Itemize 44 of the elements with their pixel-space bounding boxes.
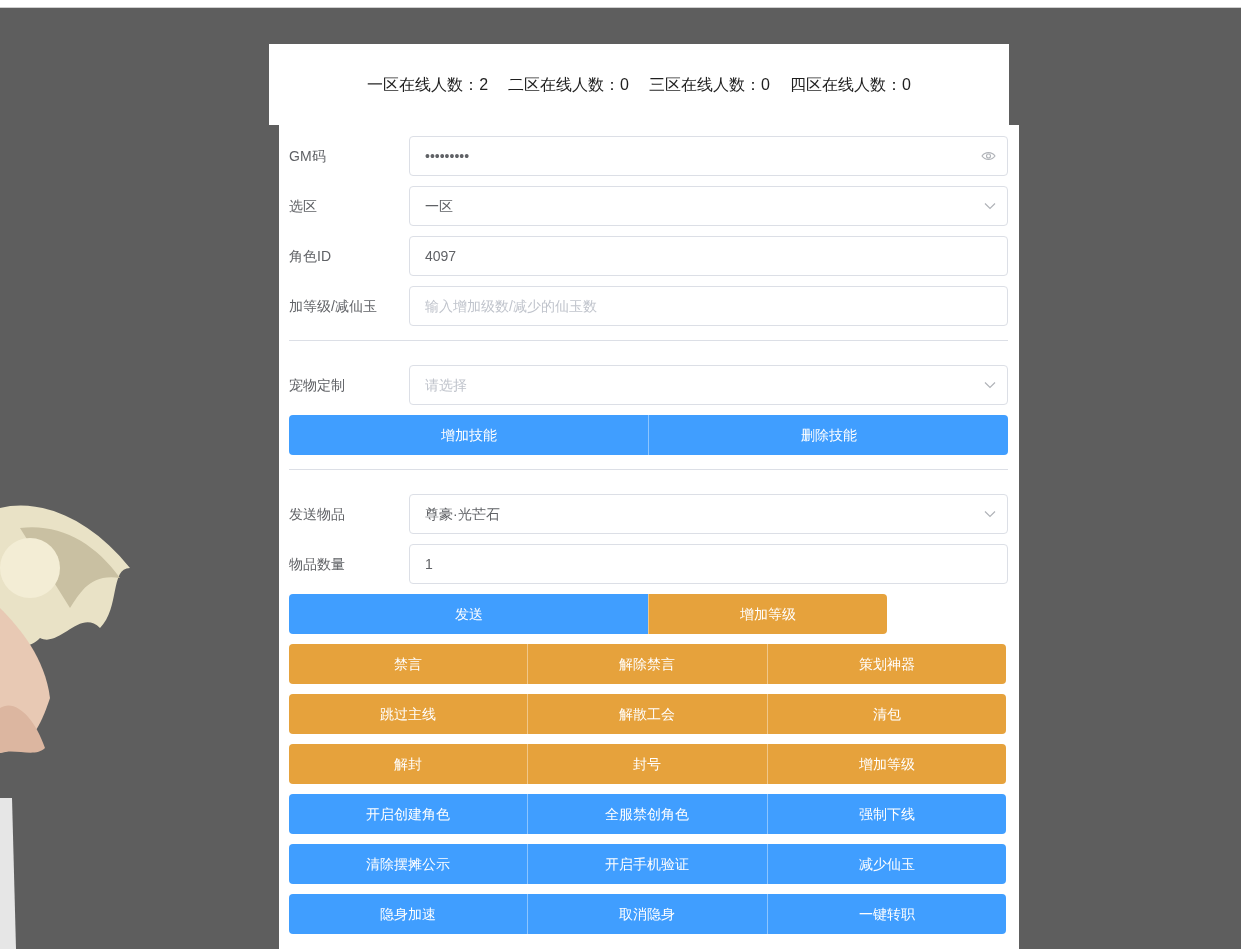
chevron-down-icon [984, 381, 996, 389]
input-field[interactable]: 输入增加级数/减少的仙玉数 [409, 286, 1008, 326]
action-button[interactable]: 策划神器 [766, 644, 1006, 684]
action-button[interactable]: 清包 [766, 694, 1006, 734]
action-button[interactable]: 解散工会 [527, 694, 767, 734]
action-button[interactable]: 禁言 [289, 644, 528, 684]
action-button[interactable]: 全服禁创角色 [527, 794, 767, 834]
action-button[interactable]: 开启创建角色 [289, 794, 528, 834]
online-count: 四区在线人数：0 [789, 74, 911, 95]
select-field[interactable]: 一区 [409, 186, 1008, 226]
field-label: GM码 [289, 146, 327, 166]
field-label: 角色ID [289, 246, 332, 266]
field-label: 选区 [289, 196, 318, 216]
action-button[interactable]: 解封 [289, 744, 528, 784]
action-button[interactable]: 封号 [527, 744, 767, 784]
action-button[interactable]: 增加等级 [648, 594, 887, 634]
select-field[interactable]: 请选择 [409, 365, 1008, 405]
eye-icon[interactable] [981, 151, 996, 161]
field-label: 物品数量 [289, 554, 346, 574]
action-button[interactable]: 隐身加速 [289, 894, 528, 934]
chevron-down-icon [984, 510, 996, 518]
input-field[interactable]: ••••••••• [409, 136, 1008, 176]
action-button[interactable]: 一键转职 [766, 894, 1006, 934]
online-count: 二区在线人数：0 [508, 74, 629, 95]
action-button[interactable]: 解除禁言 [527, 644, 767, 684]
action-button[interactable]: 跳过主线 [289, 694, 528, 734]
action-button[interactable]: 强制下线 [766, 794, 1006, 834]
field-label: 加等级/减仙玉 [289, 296, 378, 316]
action-button[interactable]: 开启手机验证 [527, 844, 767, 884]
action-button[interactable]: 发送 [289, 594, 648, 634]
input-field[interactable]: 4097 [409, 236, 1008, 276]
action-button[interactable]: 减少仙玉 [766, 844, 1006, 884]
action-button[interactable]: 删除技能 [648, 415, 1008, 455]
chevron-down-icon [984, 202, 996, 210]
action-button[interactable]: 增加等级 [766, 744, 1006, 784]
online-count: 三区在线人数：0 [649, 74, 770, 95]
field-label: 发送物品 [289, 504, 346, 524]
online-count: 一区在线人数：2 [367, 74, 489, 95]
field-label: 宠物定制 [289, 375, 346, 395]
action-button[interactable]: 取消隐身 [527, 894, 767, 934]
action-button[interactable]: 清除摆摊公示 [289, 844, 528, 884]
select-field[interactable]: 尊豪·光芒石 [409, 494, 1008, 534]
input-field[interactable]: 1 [409, 544, 1008, 584]
action-button[interactable]: 增加技能 [289, 415, 648, 455]
